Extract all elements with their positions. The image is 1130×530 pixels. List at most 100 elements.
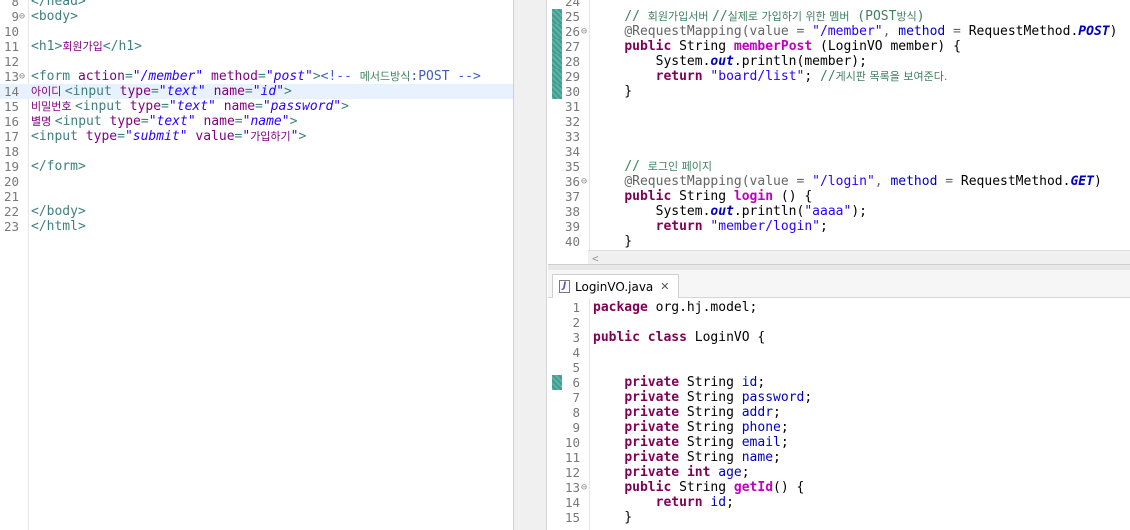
code-text[interactable]: <form action="/member" method="post"><!-… xyxy=(31,69,481,84)
code-line[interactable]: 20 xyxy=(0,174,513,189)
code-token: "text" xyxy=(168,99,216,114)
code-text[interactable]: public String login () { xyxy=(593,189,812,204)
code-line[interactable]: 8 </head> xyxy=(0,0,513,9)
code-line[interactable]: 18 xyxy=(0,144,513,159)
fold-toggle-icon[interactable]: ⊖ xyxy=(19,9,25,24)
code-text[interactable]: @RequestMapping(value = "/member", metho… xyxy=(593,24,1117,39)
code-line[interactable]: 10 private String email; xyxy=(548,435,1130,450)
line-number: 34 xyxy=(564,144,580,159)
code-text[interactable]: public class LoginVO { xyxy=(593,330,765,345)
code-text[interactable]: } xyxy=(593,234,632,249)
code-text[interactable]: private String password; xyxy=(593,390,812,405)
code-line[interactable]: 40 } xyxy=(548,234,1130,249)
code-line[interactable]: 6 private String id; xyxy=(548,375,1130,390)
left-editor-scrollbar[interactable] xyxy=(514,0,547,530)
code-token: 비밀번호 xyxy=(31,100,75,113)
code-line[interactable]: 23 </html> xyxy=(0,219,513,234)
code-line[interactable]: 34 xyxy=(548,144,1130,159)
code-line[interactable]: 24 xyxy=(548,0,1130,9)
fold-toggle-icon[interactable]: ⊖ xyxy=(581,174,587,189)
code-line[interactable]: 33 xyxy=(548,129,1130,144)
code-line[interactable]: 28 System.out.println(member); xyxy=(548,54,1130,69)
code-line[interactable]: 9 ⊖ <body> xyxy=(0,9,513,24)
loginvo-editor-pane[interactable]: J LoginVO.java ✕ 1 package org.hj.model; 2… xyxy=(548,270,1130,530)
code-text[interactable]: <input type="submit" value="가입하기"> xyxy=(31,129,306,144)
code-text[interactable]: return id; xyxy=(593,495,734,510)
code-line[interactable]: 27 public String memberPost (LoginVO mem… xyxy=(548,39,1130,54)
code-line[interactable]: 5 xyxy=(548,360,1130,375)
code-text[interactable]: } xyxy=(593,510,632,525)
fold-toggle-icon[interactable]: ⊖ xyxy=(581,480,587,495)
code-text[interactable]: // 로그인 페이지 xyxy=(593,159,712,174)
code-text[interactable]: return "board/list"; //게시판 목록을 보여준다. xyxy=(593,69,948,84)
code-line[interactable]: 11 private String name; xyxy=(548,450,1130,465)
close-icon[interactable]: ✕ xyxy=(660,280,669,293)
code-line[interactable]: 15 } xyxy=(548,510,1130,525)
code-line[interactable]: 31 xyxy=(548,99,1130,114)
code-text[interactable]: System.out.println(member); xyxy=(593,54,867,69)
code-line[interactable]: 30 } xyxy=(548,84,1130,99)
code-line[interactable]: 11 <h1>회원가입</h1> xyxy=(0,39,513,54)
code-line[interactable]: 22 </body> xyxy=(0,204,513,219)
fold-toggle-icon[interactable]: ⊖ xyxy=(19,69,25,84)
code-text[interactable]: private String id; xyxy=(593,375,765,390)
code-text[interactable]: // 회원가입서버 //실제로 가입하기 위한 멤버 (POST방식) xyxy=(593,9,924,24)
code-text[interactable]: <h1>회원가입</h1> xyxy=(31,39,142,54)
code-line[interactable]: 35 // 로그인 페이지 xyxy=(548,159,1130,174)
code-text[interactable]: 별명 <input type="text" name="name"> xyxy=(31,114,297,129)
code-line[interactable]: 39 return "member/login"; xyxy=(548,219,1130,234)
fold-toggle-icon[interactable]: ⊖ xyxy=(581,24,587,39)
code-line[interactable]: 19 </form> xyxy=(0,159,513,174)
code-line[interactable]: 14 return id; xyxy=(548,495,1130,510)
code-line[interactable]: 29 return "board/list"; //게시판 목록을 보여준다. xyxy=(548,69,1130,84)
code-text[interactable]: </form> xyxy=(31,159,86,174)
line-number: 15 xyxy=(3,99,19,114)
code-line[interactable]: 38 System.out.println("aaaa"); xyxy=(548,204,1130,219)
code-line[interactable]: 2 xyxy=(548,315,1130,330)
code-text[interactable]: public String memberPost (LoginVO member… xyxy=(593,39,961,54)
code-line[interactable]: 12 xyxy=(0,54,513,69)
code-text[interactable]: public String getId() { xyxy=(593,480,804,495)
html-editor-pane[interactable]: 8 </head> 9 ⊖ <body> 10 11 <h1>회원가입</h1> 12 13 ⊖ <f… xyxy=(0,0,514,530)
code-line[interactable]: 10 xyxy=(0,24,513,39)
code-text[interactable]: </head> xyxy=(31,0,86,9)
controller-editor-pane[interactable]: 24 25 // 회원가입서버 //실제로 가입하기 위한 멤버 (POST방식)… xyxy=(548,0,1130,266)
code-line[interactable]: 9 private String phone; xyxy=(548,420,1130,435)
code-line[interactable]: 4 xyxy=(548,345,1130,360)
code-text[interactable]: System.out.println("aaaa"); xyxy=(593,204,867,219)
code-line[interactable]: 8 private String addr; xyxy=(548,405,1130,420)
code-line[interactable]: 13 ⊖ <form action="/member" method="post">… xyxy=(0,69,513,84)
code-text[interactable]: private String addr; xyxy=(593,405,781,420)
code-line[interactable]: 15 비밀번호 <input type="text" name="password… xyxy=(0,99,513,114)
code-line[interactable]: 36 ⊖ @RequestMapping(value = "/login", me… xyxy=(548,174,1130,189)
code-line[interactable]: 16 별명 <input type="text" name="name"> xyxy=(0,114,513,129)
code-line[interactable]: 32 xyxy=(548,114,1130,129)
code-text[interactable]: <body> xyxy=(31,9,78,24)
code-line[interactable]: 25 // 회원가입서버 //실제로 가입하기 위한 멤버 (POST방식) xyxy=(548,9,1130,24)
code-text[interactable]: private String email; xyxy=(593,435,788,450)
code-text[interactable]: private String name; xyxy=(593,450,781,465)
code-line[interactable]: 14 아이디 <input type="text" name="id"> xyxy=(0,84,513,99)
code-text[interactable]: 아이디 <input type="text" name="id"> xyxy=(31,84,292,99)
code-line[interactable]: 7 private String password; xyxy=(548,390,1130,405)
code-text[interactable]: package org.hj.model; xyxy=(593,300,757,315)
tab-loginvo-java[interactable]: J LoginVO.java ✕ xyxy=(552,274,679,298)
code-line[interactable]: 13 ⊖ public String getId() { xyxy=(548,480,1130,495)
code-text[interactable]: @RequestMapping(value = "/login", method… xyxy=(593,174,1101,189)
code-text[interactable]: private String phone; xyxy=(593,420,788,435)
code-line[interactable]: 1 package org.hj.model; xyxy=(548,300,1130,315)
code-line[interactable]: 37 public String login () { xyxy=(548,189,1130,204)
code-line[interactable]: 26 ⊖ @RequestMapping(value = "/member", m… xyxy=(548,24,1130,39)
code-text[interactable]: return "member/login"; xyxy=(593,219,828,234)
code-text[interactable]: </html> xyxy=(31,219,86,234)
code-line[interactable]: 3 public class LoginVO { xyxy=(548,330,1130,345)
code-line[interactable]: 17 <input type="submit" value="가입하기"> xyxy=(0,129,513,144)
code-text[interactable]: private int age; xyxy=(593,465,749,480)
code-text[interactable]: 비밀번호 <input type="text" name="password"> xyxy=(31,99,349,114)
code-text[interactable]: </body> xyxy=(31,204,86,219)
code-line[interactable]: 12 private int age; xyxy=(548,465,1130,480)
code-text[interactable]: } xyxy=(593,84,632,99)
code-line[interactable]: 21 xyxy=(0,189,513,204)
code-token: "/member" xyxy=(812,24,883,39)
